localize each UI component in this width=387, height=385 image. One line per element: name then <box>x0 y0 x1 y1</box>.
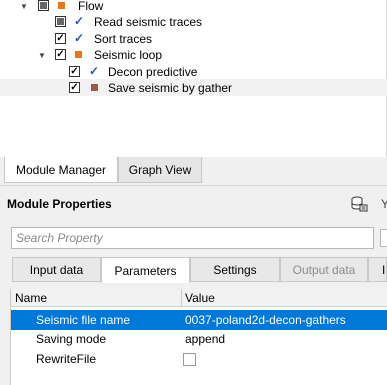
blue-check-icon: ✓ <box>74 31 85 45</box>
tab-parameters[interactable]: Parameters <box>101 257 190 283</box>
property-name: RewriteFile <box>36 352 97 366</box>
table-header: Name Value <box>11 289 387 307</box>
properties-table: Name Value Seismic file name 0037-poland… <box>10 289 387 385</box>
tab-output-data: Output data <box>280 257 368 282</box>
blue-check-icon: ✓ <box>74 14 85 28</box>
tree-checkbox-read-seismic-traces[interactable] <box>55 16 66 27</box>
side-checkbox[interactable] <box>380 229 387 247</box>
search-property-field[interactable] <box>11 227 374 249</box>
tree-item-label: Decon predictive <box>108 65 198 79</box>
panel-tab-bar: Module Manager Graph View <box>0 157 387 183</box>
collapse-arrow-icon[interactable]: ▼ <box>20 2 28 11</box>
tab-graph-view[interactable]: Graph View <box>118 157 202 183</box>
tree-item-label: Flow <box>78 0 104 13</box>
table-row[interactable]: RewriteFile <box>11 349 387 369</box>
tab-truncated[interactable]: I <box>368 257 387 282</box>
tree-item-label: Read seismic traces <box>94 15 203 29</box>
tree-checkbox-save-seismic-by-gather[interactable]: ✓ <box>69 82 80 93</box>
property-value[interactable]: 0037-poland2d-decon-gathers <box>185 310 346 330</box>
module-properties-title: Module Properties <box>7 197 112 211</box>
tree-checkbox-decon-predictive[interactable]: ✓ <box>69 66 80 77</box>
tree-item-read-seismic-traces[interactable]: ✓ Read seismic traces <box>0 14 387 30</box>
search-input[interactable] <box>12 228 373 248</box>
tree-item-sort-traces[interactable]: ✓ ✓ Sort traces <box>0 31 387 47</box>
flow-tree-panel: ▼ Flow ✓ Read seismic traces ✓ ✓ Sort tr… <box>0 0 387 157</box>
database-icon[interactable] <box>350 195 368 213</box>
brown-square-icon <box>91 84 98 91</box>
tree-item-seismic-loop[interactable]: ▼ ✓ Seismic loop <box>0 47 387 63</box>
orange-square-icon <box>75 51 82 58</box>
tree-item-label: Sort traces <box>94 32 153 46</box>
rewrite-file-checkbox[interactable] <box>183 353 196 366</box>
property-value[interactable]: append <box>185 329 225 349</box>
tab-settings[interactable]: Settings <box>190 257 280 282</box>
tree-checkbox-flow[interactable] <box>38 0 49 11</box>
tree-checkbox-sort-traces[interactable]: ✓ <box>55 33 66 44</box>
table-row[interactable]: Saving mode append <box>11 329 387 349</box>
collapse-arrow-icon[interactable]: ▼ <box>38 51 46 60</box>
tree-checkbox-seismic-loop[interactable]: ✓ <box>55 49 66 60</box>
tab-input-data[interactable]: Input data <box>12 257 101 282</box>
tab-module-manager[interactable]: Module Manager <box>4 157 118 183</box>
column-separator[interactable] <box>181 289 182 307</box>
table-row[interactable]: Seismic file name 0037-poland2d-decon-ga… <box>11 310 387 330</box>
truncated-toolbar-label[interactable]: Y <box>381 197 387 211</box>
panel-divider[interactable] <box>0 185 387 186</box>
column-header-value[interactable]: Value <box>185 289 215 307</box>
property-name: Seismic file name <box>36 313 131 327</box>
tree-item-label: Seismic loop <box>94 48 163 62</box>
tree-item-label: Save seismic by gather <box>108 81 233 95</box>
property-name: Saving mode <box>36 332 107 346</box>
tree-item-decon-predictive[interactable]: ✓ ✓ Decon predictive <box>0 64 387 80</box>
blue-check-icon: ✓ <box>89 64 100 78</box>
partial-check-icon <box>40 2 47 9</box>
partial-check-icon <box>57 18 64 25</box>
orange-square-icon <box>58 2 65 9</box>
tree-item-save-seismic-by-gather[interactable]: ✓ Save seismic by gather <box>0 79 387 96</box>
tree-item-flow[interactable]: ▼ Flow <box>0 0 387 14</box>
column-header-name[interactable]: Name <box>15 289 47 307</box>
